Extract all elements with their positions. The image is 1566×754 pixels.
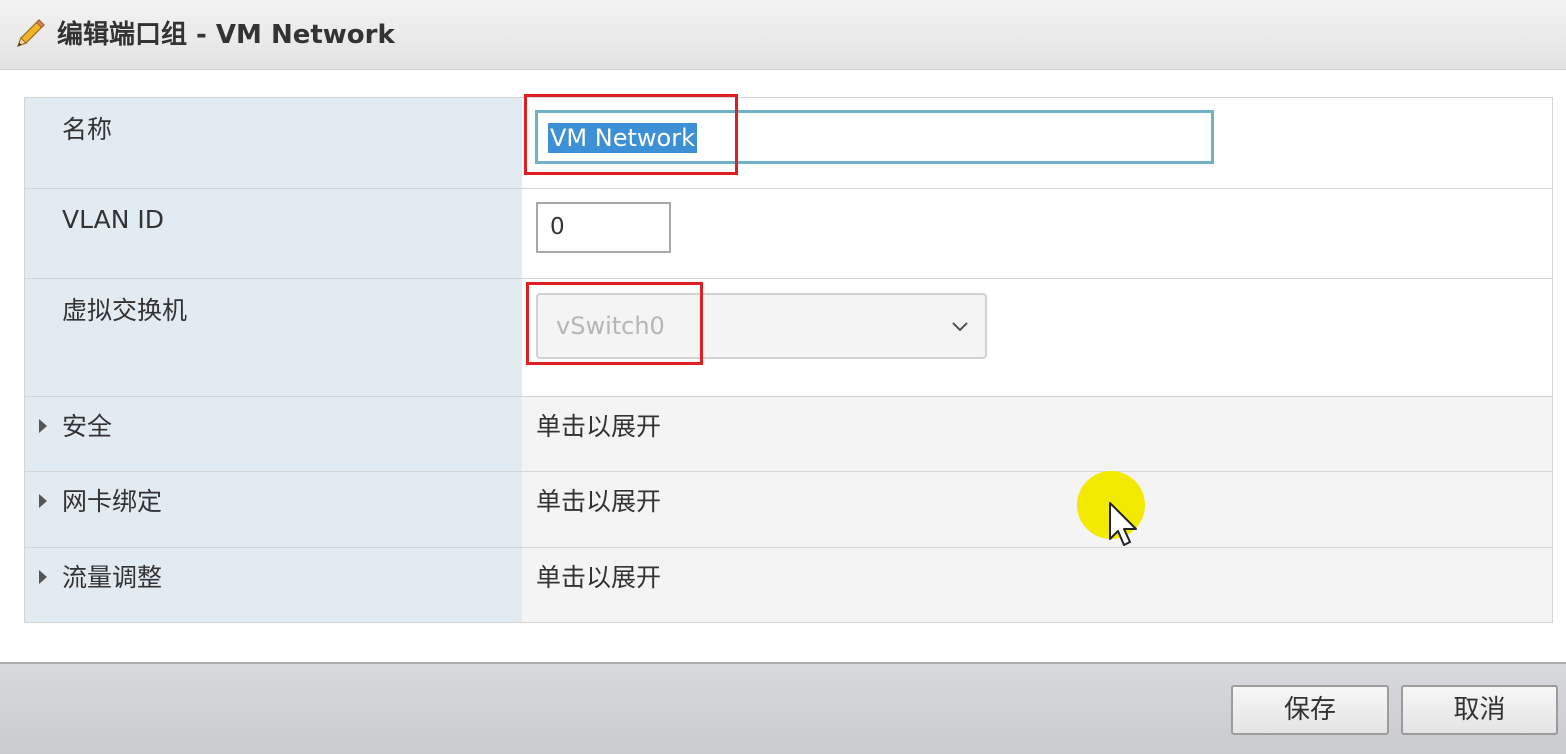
dialog-footer: 保存 取消	[0, 662, 1566, 754]
nic-teaming-expand-hint[interactable]: 单击以展开	[536, 486, 661, 518]
vlan-id-row: VLAN ID 0	[25, 189, 1552, 279]
nic-teaming-section-row[interactable]: 网卡绑定 单击以展开	[25, 472, 1552, 548]
security-expand-hint[interactable]: 单击以展开	[536, 411, 661, 443]
edit-port-group-dialog: 编辑端口组 - VM Network 名称 VM Network VLAN ID…	[0, 0, 1566, 754]
name-input-selected-text: VM Network	[548, 123, 697, 153]
port-group-form: 名称 VM Network VLAN ID 0 虚拟交换机 vSwitch0 安…	[24, 97, 1553, 623]
save-button[interactable]: 保存	[1231, 685, 1389, 735]
virtual-switch-select[interactable]: vSwitch0	[536, 293, 987, 359]
security-section-row[interactable]: 安全 单击以展开	[25, 397, 1552, 472]
name-input[interactable]: VM Network	[535, 110, 1214, 164]
name-label: 名称	[62, 115, 113, 144]
expand-arrow-icon[interactable]	[39, 494, 47, 508]
vlan-id-input[interactable]: 0	[536, 202, 671, 253]
traffic-shaping-label: 流量调整	[62, 563, 163, 592]
chevron-down-icon	[952, 322, 968, 332]
virtual-switch-label: 虚拟交换机	[62, 296, 188, 325]
traffic-shaping-section-row[interactable]: 流量调整 单击以展开	[25, 548, 1552, 622]
name-row: 名称 VM Network	[25, 98, 1552, 189]
vlan-id-label: VLAN ID	[62, 205, 164, 234]
mouse-pointer-icon	[1109, 502, 1137, 546]
cancel-button[interactable]: 取消	[1401, 685, 1558, 735]
dialog-title: 编辑端口组 - VM Network	[57, 20, 395, 50]
dialog-titlebar: 编辑端口组 - VM Network	[0, 0, 1566, 70]
pencil-icon	[16, 19, 45, 48]
virtual-switch-row: 虚拟交换机 vSwitch0	[25, 279, 1552, 397]
traffic-shaping-expand-hint[interactable]: 单击以展开	[536, 562, 661, 594]
virtual-switch-value: vSwitch0	[556, 312, 665, 340]
security-label: 安全	[62, 412, 113, 441]
expand-arrow-icon[interactable]	[39, 419, 47, 433]
expand-arrow-icon[interactable]	[39, 570, 47, 584]
nic-teaming-label: 网卡绑定	[62, 487, 163, 516]
